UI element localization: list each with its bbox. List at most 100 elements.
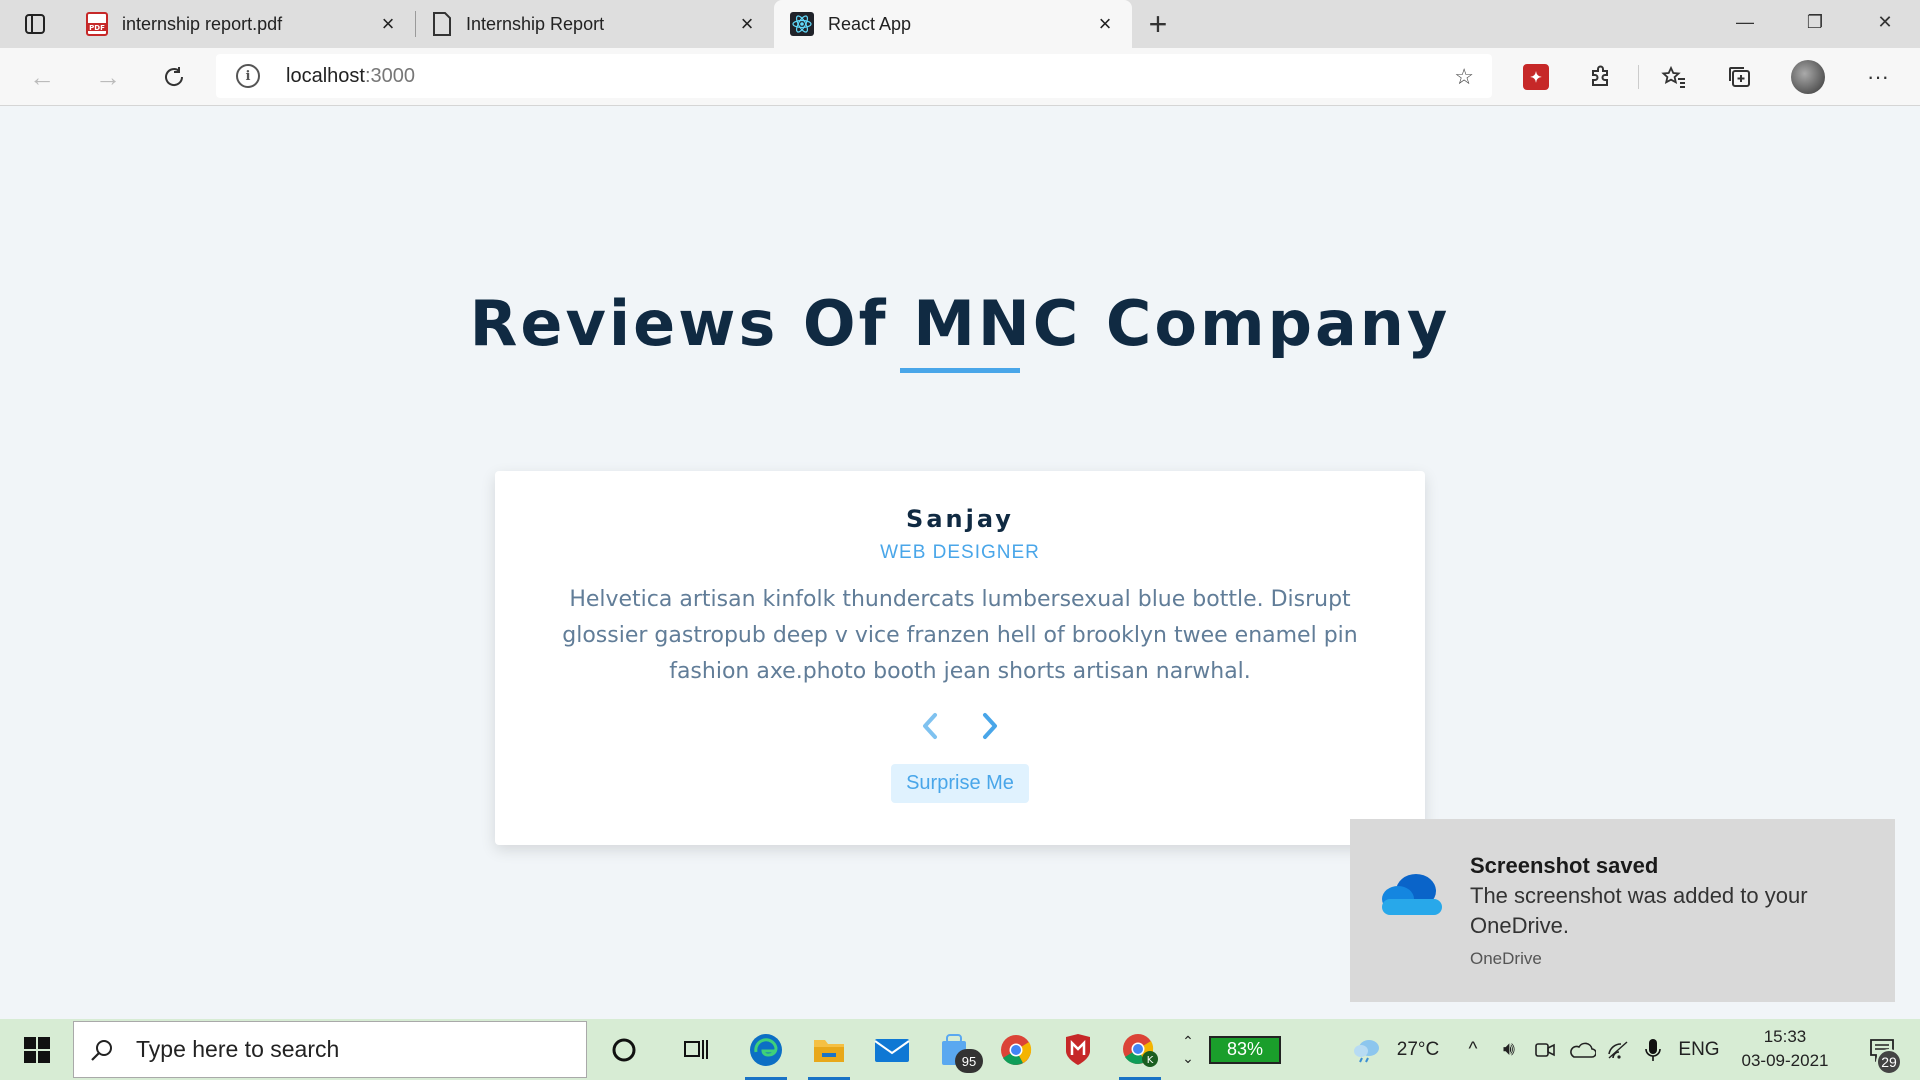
next-review-button[interactable] <box>974 710 1006 742</box>
microphone-icon <box>1645 1038 1661 1061</box>
chrome-icon <box>1001 1034 1032 1065</box>
onedrive-tray-icon <box>1570 1042 1596 1058</box>
refresh-icon <box>165 67 184 86</box>
extensions-button[interactable] <box>1580 56 1622 98</box>
review-navigation <box>495 710 1425 742</box>
taskbar-file-explorer[interactable] <box>800 1019 858 1080</box>
chevron-right-icon <box>983 713 997 739</box>
taskbar-edge[interactable] <box>737 1019 795 1080</box>
collections-button[interactable] <box>1719 56 1761 98</box>
forward-button[interactable]: → <box>87 56 129 98</box>
language-indicator[interactable]: ENG <box>1676 1019 1722 1080</box>
tab-label: React App <box>828 13 912 34</box>
settings-menu-button[interactable]: ··· <box>1857 56 1899 98</box>
weather-temperature[interactable]: 27°C <box>1390 1019 1446 1080</box>
clock-time: 15:33 <box>1763 1027 1807 1046</box>
toast-body: The screenshot was added to your OneDriv… <box>1470 883 1808 938</box>
minimize-button[interactable]: — <box>1710 0 1780 44</box>
edge-icon <box>750 1033 782 1066</box>
onedrive-tray-button[interactable] <box>1565 1019 1599 1080</box>
toolbar-divider <box>1638 65 1639 89</box>
battery-level: 83% <box>1209 1035 1281 1064</box>
taskbar-search-box[interactable]: Type here to search <box>73 1021 587 1078</box>
clock-date: 03-09-2021 <box>1741 1051 1829 1070</box>
favorites-button[interactable] <box>1653 56 1695 98</box>
collections-icon <box>1729 67 1750 87</box>
review-card: Sanjay web designer Helvetica artisan ki… <box>495 471 1425 845</box>
volume-icon[interactable]: 🔊︎ <box>1494 1019 1524 1080</box>
taskbar-scroll-buttons[interactable]: ⌃ ⌄ <box>1173 1019 1203 1080</box>
notifications-button[interactable]: 29 <box>1852 1019 1912 1080</box>
close-icon[interactable]: × <box>377 11 399 36</box>
taskbar-chrome[interactable] <box>987 1019 1045 1080</box>
notification-count: 29 <box>1876 1049 1902 1075</box>
taskbar-mail[interactable] <box>863 1019 921 1080</box>
back-button[interactable]: ← <box>21 56 63 98</box>
site-info-icon[interactable]: i <box>236 64 260 88</box>
microphone-button[interactable] <box>1638 1019 1668 1080</box>
prev-review-button[interactable] <box>914 710 946 742</box>
add-favorite-icon[interactable]: ☆ <box>1454 64 1474 90</box>
wifi-icon <box>1608 1040 1628 1059</box>
react-icon <box>790 12 814 36</box>
chevron-up-icon[interactable]: ⌃ <box>1182 1033 1194 1050</box>
taskbar-clock[interactable]: 15:33 03-09-2021 <box>1730 1025 1840 1073</box>
windows-icon <box>24 1036 50 1063</box>
meet-now-icon <box>1535 1042 1555 1057</box>
meet-now-button[interactable] <box>1530 1019 1560 1080</box>
cortana-button[interactable] <box>595 1019 653 1080</box>
folder-icon <box>814 1039 844 1062</box>
extension-button[interactable]: ✦ <box>1515 56 1557 98</box>
chevron-down-icon[interactable]: ⌄ <box>1182 1050 1194 1067</box>
address-bar[interactable]: i localhost:3000 ☆ <box>216 54 1492 98</box>
reviewer-name: Sanjay <box>906 505 1014 533</box>
svg-text:K: K <box>1147 1055 1154 1066</box>
puzzle-icon <box>1592 65 1608 86</box>
favorites-icon <box>1661 65 1685 88</box>
taskbar: Type here to search 95 K ⌃ ⌄ 83% 27°C ^ … <box>0 1019 1920 1080</box>
tab-actions-icon <box>25 14 45 34</box>
tab-label: internship report.pdf <box>122 13 283 34</box>
svg-text:PDF: PDF <box>89 24 105 32</box>
tab-internship-report-pdf[interactable]: PDF internship report.pdf × <box>70 0 415 48</box>
tab-internship-report[interactable]: Internship Report × <box>416 0 774 48</box>
pdf-icon: PDF <box>86 12 108 36</box>
mcafee-shield-icon <box>1066 1033 1090 1065</box>
new-tab-button[interactable]: + <box>1132 0 1184 48</box>
taskbar-chrome-profile[interactable]: K <box>1111 1019 1169 1080</box>
battery-indicator[interactable]: 83% <box>1206 1019 1284 1080</box>
url-text: localhost:3000 <box>286 64 415 87</box>
tab-react-app[interactable]: React App × <box>774 0 1132 48</box>
notification-toast[interactable]: Screenshot saved The screenshot was adde… <box>1350 819 1895 1002</box>
weather-cloud-icon <box>1354 1039 1379 1062</box>
tab-label: Internship Report <box>466 13 605 34</box>
chrome-profile-icon: K <box>1123 1033 1158 1067</box>
document-icon <box>433 12 451 36</box>
mail-icon <box>874 1038 910 1062</box>
refresh-button[interactable] <box>153 56 195 98</box>
taskbar-store[interactable]: 95 <box>925 1019 983 1080</box>
chevron-left-icon <box>923 713 937 739</box>
extension-app-icon: ✦ <box>1523 64 1549 90</box>
window-close-button[interactable]: ✕ <box>1850 0 1920 44</box>
review-text: Helvetica artisan kinfolk thundercats lu… <box>562 587 1358 684</box>
weather-button[interactable] <box>1346 1019 1390 1080</box>
toast-source: OneDrive <box>1470 949 1542 968</box>
address-toolbar: ← → i localhost:3000 ☆ ✦ ··· <box>0 48 1920 106</box>
show-hidden-icons-button[interactable]: ^ <box>1460 1019 1486 1080</box>
profile-button[interactable] <box>1787 56 1829 98</box>
restore-button[interactable]: ❐ <box>1780 0 1850 44</box>
wifi-button[interactable] <box>1604 1019 1634 1080</box>
close-icon[interactable]: × <box>736 11 758 36</box>
task-view-icon <box>684 1039 708 1059</box>
page-title: Reviews Of MNC Company <box>469 287 1451 360</box>
surprise-me-button[interactable]: Surprise Me <box>891 764 1029 803</box>
onedrive-cloud-icon <box>1382 874 1442 915</box>
start-button[interactable] <box>14 1019 60 1080</box>
close-icon[interactable]: × <box>1094 11 1116 36</box>
task-view-button[interactable] <box>667 1019 725 1080</box>
avatar <box>1791 60 1825 94</box>
tab-actions-button[interactable] <box>0 0 70 48</box>
taskbar-mcafee[interactable] <box>1049 1019 1107 1080</box>
store-badge: 95 <box>955 1049 983 1073</box>
